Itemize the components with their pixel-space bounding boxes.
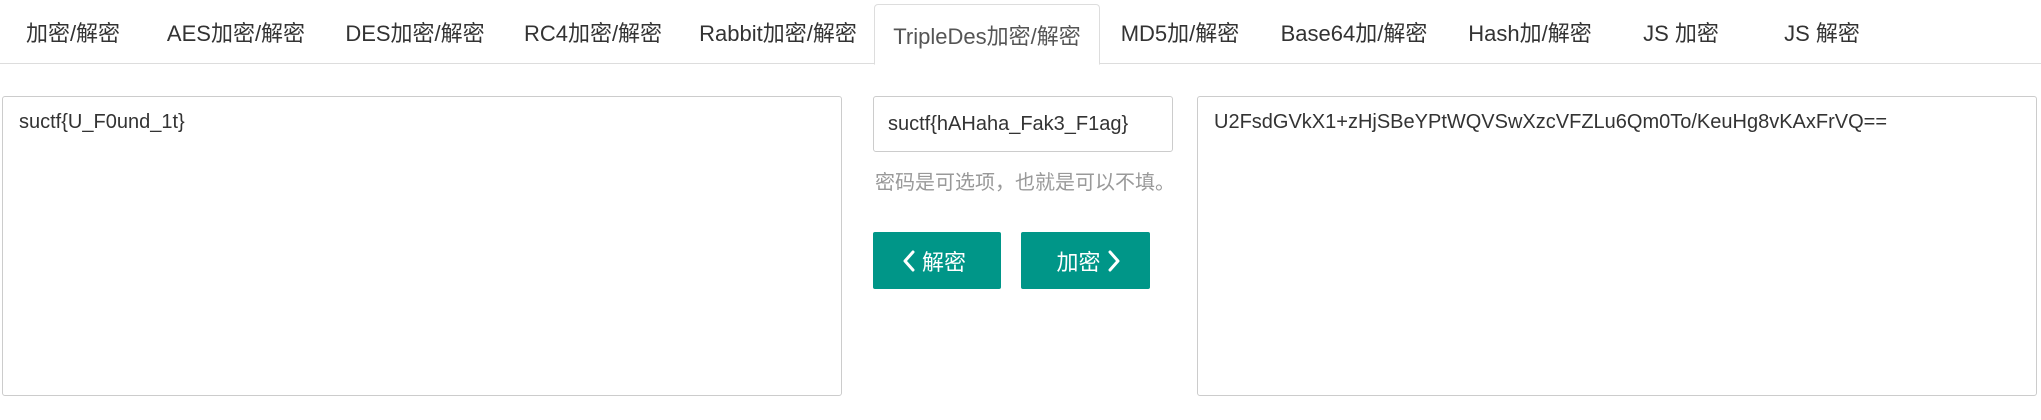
tab-js-decrypt[interactable]: JS 解密 (1750, 0, 1894, 64)
key-hint: 密码是可选项，也就是可以不填。 (875, 172, 1175, 194)
page: 加密/解密 AES加密/解密 DES加密/解密 RC4加密/解密 Rabbit加… (0, 0, 2041, 420)
encrypt-button[interactable]: 加密 (1021, 232, 1150, 289)
decrypt-button[interactable]: 解密 (873, 232, 1001, 289)
tab-rabbit[interactable]: Rabbit加密/解密 (682, 0, 874, 64)
key-input[interactable]: suctf{hAHaha_Fak3_F1ag} (873, 96, 1173, 152)
tab-bar: 加密/解密 AES加密/解密 DES加密/解密 RC4加密/解密 Rabbit加… (0, 0, 2041, 65)
ciphertext-textarea[interactable]: U2FsdGVkX1+zHjSBeYPtWQVSwXzcVFZLu6Qm0To/… (1197, 96, 2037, 396)
key-input-value: suctf{hAHaha_Fak3_F1ag} (888, 112, 1129, 135)
plaintext-textarea[interactable]: suctf{U_F0und_1t} (2, 96, 842, 396)
tab-md5[interactable]: MD5加/解密 (1100, 0, 1260, 64)
tab-tripledes[interactable]: TripleDes加密/解密 (874, 4, 1100, 65)
tab-encrypt-decrypt[interactable]: 加密/解密 (0, 0, 146, 64)
tab-rc4[interactable]: RC4加密/解密 (504, 0, 682, 64)
tab-aes[interactable]: AES加密/解密 (146, 0, 326, 64)
tab-des[interactable]: DES加密/解密 (326, 0, 504, 64)
chevron-left-icon (902, 250, 916, 272)
decrypt-button-label: 解密 (921, 249, 966, 275)
chevron-right-icon (1107, 250, 1121, 272)
tab-hash[interactable]: Hash加/解密 (1448, 0, 1612, 64)
tab-js-encrypt[interactable]: JS 加密 (1612, 0, 1750, 64)
encrypt-button-label: 加密 (1056, 249, 1101, 275)
tab-base64[interactable]: Base64加/解密 (1260, 0, 1448, 64)
